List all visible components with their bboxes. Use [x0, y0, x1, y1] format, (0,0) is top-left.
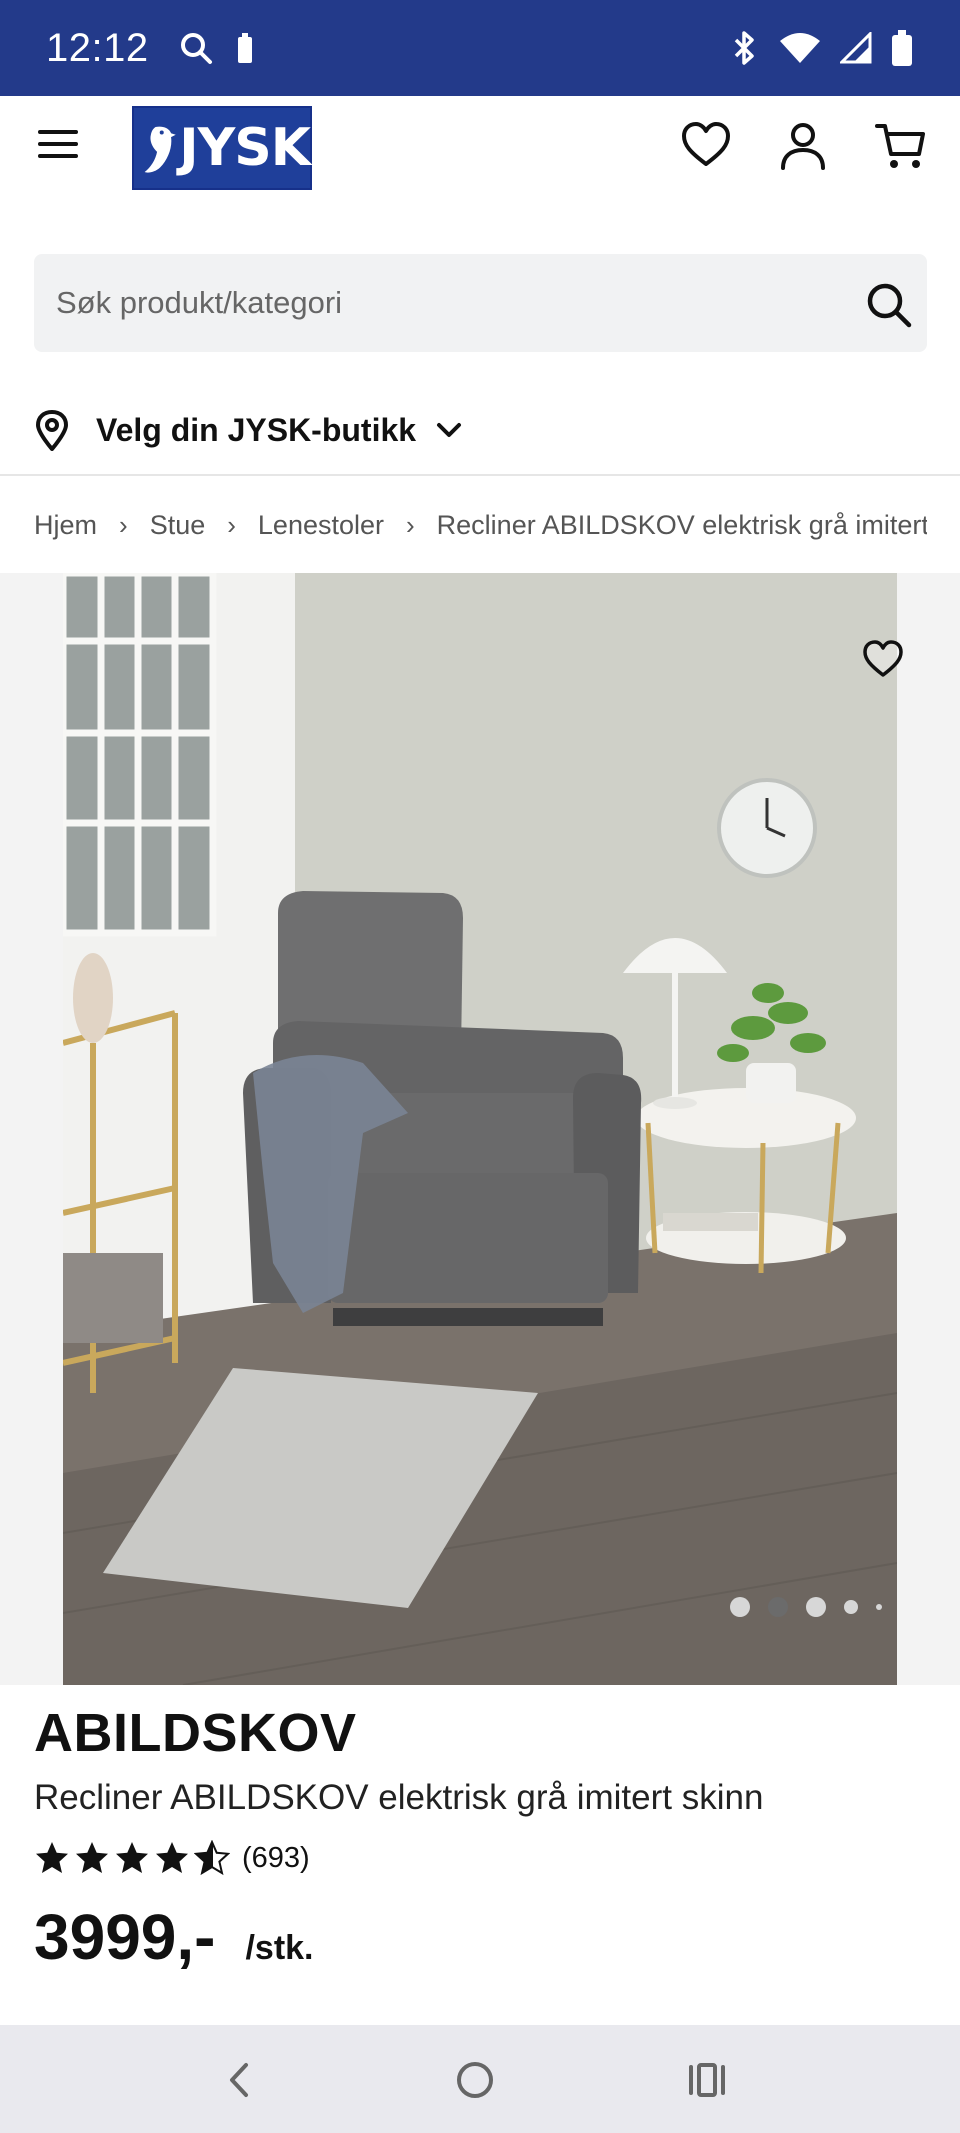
product-price: 3999,- — [34, 1901, 216, 1973]
battery-icon — [890, 29, 914, 67]
rating-stars — [34, 1840, 230, 1876]
search-input[interactable] — [34, 254, 814, 352]
price-row: 3999,- /stk. — [34, 1900, 314, 1974]
gallery-dot[interactable] — [806, 1597, 826, 1617]
bluetooth-icon — [730, 30, 760, 66]
product-photo — [63, 573, 897, 1685]
logo-text: JYSK — [179, 118, 311, 178]
search-box — [34, 254, 927, 352]
gallery-favorite-button[interactable] — [862, 639, 904, 681]
recent-apps-icon — [689, 2063, 725, 2097]
breadcrumb-item-home[interactable]: Hjem — [34, 510, 97, 541]
heart-icon — [863, 640, 903, 677]
star-half-icon — [194, 1840, 230, 1876]
chevron-down-icon — [437, 423, 462, 437]
wishlist-button[interactable] — [680, 120, 732, 172]
gallery-dot[interactable] — [730, 1597, 750, 1617]
star-icon — [36, 1842, 68, 1873]
status-bar: 12:12 — [0, 0, 960, 96]
status-time: 12:12 — [46, 25, 149, 70]
product-gallery[interactable] — [0, 573, 960, 1685]
heart-icon — [682, 122, 730, 166]
back-icon — [230, 2063, 248, 2097]
store-picker-label: Velg din JYSK-butikk — [96, 411, 417, 448]
menu-button[interactable] — [36, 126, 86, 166]
gallery-pagination — [730, 1597, 882, 1617]
account-button[interactable] — [777, 120, 829, 172]
breadcrumb-item-current: Recliner ABILDSKOV elektrisk grå imitert — [436, 509, 927, 540]
app-header: JYSK — [0, 96, 960, 198]
wifi-icon — [778, 31, 822, 65]
search-icon — [179, 31, 213, 65]
product-rating[interactable]: (693) — [34, 1836, 310, 1880]
breadcrumb: Hjem › Stue › Lenestoler › Recliner ABIL… — [34, 505, 927, 545]
breadcrumb-item-lenestoler[interactable]: Lenestoler — [258, 510, 384, 541]
battery-saver-icon — [235, 31, 255, 65]
review-count[interactable]: (693) — [242, 1842, 310, 1875]
star-icon — [76, 1842, 108, 1873]
home-icon — [457, 2062, 493, 2098]
price-unit: /stk. — [245, 1929, 314, 1967]
cart-button[interactable] — [875, 120, 927, 172]
chevron-right-icon: › — [227, 509, 236, 540]
star-icon — [156, 1842, 188, 1873]
cart-icon — [875, 124, 925, 168]
star-icon — [116, 1842, 148, 1873]
search-button[interactable] — [864, 280, 914, 330]
menu-icon — [38, 130, 78, 158]
home-button[interactable] — [450, 2055, 500, 2105]
store-picker[interactable]: Velg din JYSK-butikk — [34, 400, 462, 460]
location-pin-icon — [36, 410, 68, 451]
chevron-right-icon: › — [406, 509, 415, 540]
gallery-dot[interactable] — [844, 1600, 858, 1614]
back-button[interactable] — [214, 2055, 264, 2105]
user-icon — [781, 123, 825, 170]
signal-icon — [840, 32, 872, 64]
search-icon — [867, 283, 912, 328]
product-name: Recliner ABILDSKOV elektrisk grå imitert… — [34, 1778, 764, 1817]
divider — [0, 474, 960, 476]
gallery-dot[interactable] — [876, 1604, 882, 1610]
breadcrumb-item-stue[interactable]: Stue — [150, 510, 206, 541]
chevron-right-icon: › — [119, 509, 128, 540]
product-image[interactable] — [63, 573, 897, 1685]
gallery-dot-active[interactable] — [768, 1597, 788, 1617]
jysk-logo[interactable]: JYSK — [132, 106, 312, 190]
bird-logo-icon — [144, 126, 176, 173]
system-nav-bar — [0, 2025, 960, 2133]
product-brand: ABILDSKOV — [34, 1703, 357, 1763]
recent-apps-button[interactable] — [682, 2055, 732, 2105]
